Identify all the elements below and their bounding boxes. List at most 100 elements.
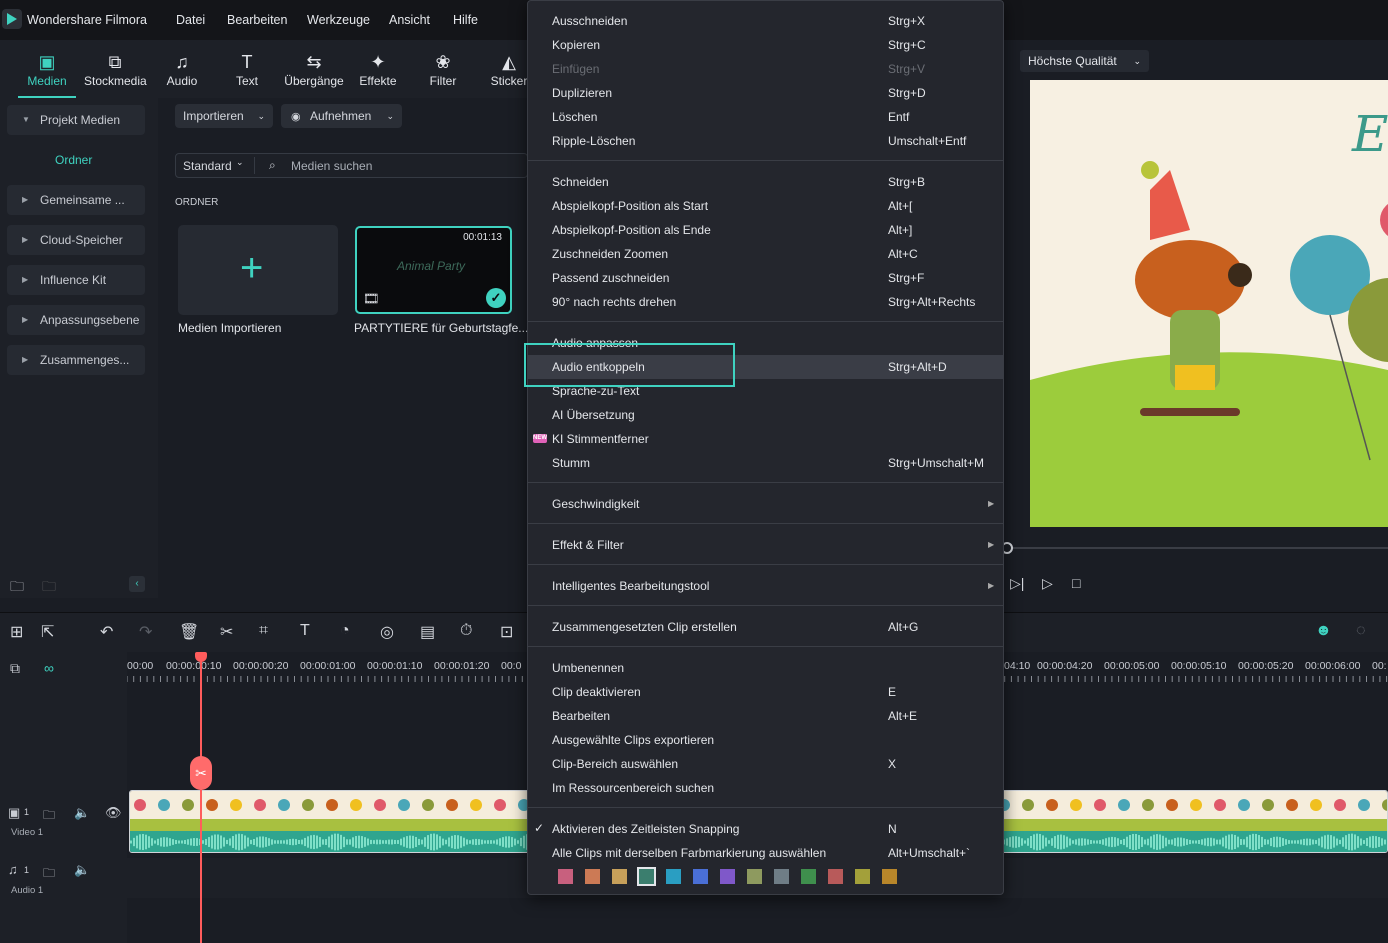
tab-sticker[interactable]: ◭ Sticker [490,52,528,88]
sidebar-item-zusammengesetzt[interactable]: ▶ Zusammenges... [7,345,145,375]
import-dropdown[interactable]: Importieren ⌄ [175,104,273,128]
menu-item-smart-tool[interactable]: Intelligentes Bearbeitungstool [552,578,709,594]
timer-icon[interactable]: ⏱ [460,622,472,640]
sidebar-ordner[interactable]: Ordner [55,153,92,167]
color-swatch[interactable] [855,869,870,884]
menu-item-duplizieren[interactable]: Duplizieren [552,85,612,101]
color-swatch[interactable] [882,869,897,884]
menu-item-schneiden[interactable]: Schneiden [552,174,609,190]
menu-werkzeuge[interactable]: Werkzeuge [307,13,370,27]
tab-audio[interactable]: ♫ Audio [164,52,200,88]
color-swatch[interactable] [774,869,789,884]
quality-dropdown[interactable]: Höchste Qualität ⌄ [1020,50,1149,72]
color-icon[interactable]: ◎ [380,622,394,642]
eye-icon[interactable]: 👁 [105,805,122,821]
menu-item-ai-translation[interactable]: AI Übersetzung [552,407,635,423]
menu-item-einfuegen[interactable]: Einfügen [552,61,599,77]
tab-medien[interactable]: ▣ Medien [24,52,70,88]
shortcut: N [888,822,897,836]
menu-item-find-in-resources[interactable]: Im Ressourcenbereich suchen [552,780,714,796]
speaker-icon[interactable]: 🔈 [74,805,90,821]
tab-uebergaenge[interactable]: ⇆ Übergänge [284,52,344,88]
menu-bearbeiten[interactable]: Bearbeiten [227,13,287,27]
color-swatch[interactable] [585,869,600,884]
redo-icon[interactable]: ↷ [139,622,152,642]
stop-icon[interactable]: □ [1072,575,1080,591]
color-swatch[interactable] [828,869,843,884]
select-tool-icon[interactable]: ⇱ [41,622,54,642]
menu-item-rotate[interactable]: 90° nach rechts drehen [552,294,676,310]
menu-hilfe[interactable]: Hilfe [453,13,478,27]
color-swatch[interactable] [612,869,627,884]
menu-item-speed[interactable]: Geschwindigkeit [552,496,639,512]
fit-icon[interactable]: ⊡ [500,622,513,642]
menu-item-disable-clip[interactable]: Clip deaktivieren [552,684,641,700]
add-track-icon[interactable]: ⧉ [10,660,20,677]
menu-item-compound-clip[interactable]: Zusammengesetzten Clip erstellen [552,619,737,635]
lock-icon[interactable]: 🗀 [43,864,55,885]
speaker-icon[interactable]: 🔈 [74,862,90,878]
menu-item-mute[interactable]: Stumm [552,455,590,471]
search-input[interactable]: Medien suchen [291,159,372,173]
sidebar-project-media[interactable]: ▼ Projekt Medien [7,105,145,135]
speed-icon[interactable]: ◔ [340,622,350,640]
menu-item-edit[interactable]: Bearbeiten [552,708,610,724]
tab-effekte[interactable]: ✦ Effekte [359,52,397,88]
sidebar-item-gemeinsame[interactable]: ▶ Gemeinsame ... [7,185,145,215]
menu-datei[interactable]: Datei [176,13,205,27]
tab-filter[interactable]: ❀ Filter [427,52,459,88]
color-swatch[interactable] [747,869,762,884]
color-swatch[interactable] [720,869,735,884]
color-swatch[interactable] [801,869,816,884]
delete-icon[interactable]: 🗑 [179,622,199,642]
preview-title-text: E( [1352,105,1388,163]
color-swatch[interactable] [666,869,681,884]
menu-item-select-same-color[interactable]: Alle Clips mit derselben Farbmarkierung … [552,845,826,861]
media-clip-tile[interactable]: 00:01:13 Animal Party 🎞 ✓ [355,226,512,314]
step-forward-icon[interactable]: ▷| [1010,575,1024,592]
search-icon: ⌕ [269,158,276,172]
tab-stockmedia[interactable]: ⧉ Stockmedia [84,52,147,88]
folder-icon[interactable]: 🗀 [42,576,56,600]
menu-item-effect-filter[interactable]: Effekt & Filter [552,537,624,553]
sidebar-item-influence-kit[interactable]: ▶ Influence Kit [7,265,145,295]
text-tool-icon[interactable]: T [300,622,310,640]
menu-item-select-range[interactable]: Clip-Bereich auswählen [552,756,678,772]
link-icon[interactable]: ∞ [44,660,54,676]
layout-icon[interactable]: ⊞ [10,622,23,642]
menu-ansicht[interactable]: Ansicht [389,13,430,27]
menu-item-kopieren[interactable]: Kopieren [552,37,600,53]
split-marker-scissors-icon[interactable]: ✂ [190,756,212,790]
menu-item-snapping[interactable]: Aktivieren des Zeitleisten Snapping [552,821,739,837]
undo-icon[interactable]: ↶ [100,622,113,642]
collapse-panel-icon[interactable]: ‹ [129,576,145,592]
menu-item-ripple-loeschen[interactable]: Ripple-Löschen [552,133,635,149]
tab-text[interactable]: T Text [233,52,261,88]
menu-item-export-clips[interactable]: Ausgewählte Clips exportieren [552,732,714,748]
render-icon[interactable]: ◌ [1356,622,1366,640]
playback-controls: ▷| ▷ □ [1001,527,1388,610]
menu-item-crop-zoom[interactable]: Zuschneiden Zoomen [552,246,668,262]
color-swatch[interactable] [558,869,573,884]
green-screen-icon[interactable]: ▤ [420,622,435,642]
menu-item-playhead-end[interactable]: Abspielkopf-Position als Ende [552,222,711,238]
menu-item-loeschen[interactable]: Löschen [552,109,597,125]
menu-item-playhead-start[interactable]: Abspielkopf-Position als Start [552,198,708,214]
sidebar-item-cloud[interactable]: ▶ Cloud-Speicher [7,225,145,255]
crop-icon[interactable]: ⌗ [259,622,268,640]
new-folder-icon[interactable]: 🗀 [10,576,24,600]
menu-item-fit-crop[interactable]: Passend zuschneiden [552,270,669,286]
menu-item-ausschneiden[interactable]: Ausschneiden [552,13,627,29]
color-swatch[interactable] [637,867,656,886]
record-dropdown[interactable]: ◉ Aufnehmen ⌄ [281,104,402,128]
sidebar-item-anpassungsebene[interactable]: ▶ Anpassungsebene [7,305,145,335]
playhead[interactable] [200,652,202,943]
menu-item-voice-remover[interactable]: KI Stimmentferner [552,431,649,447]
menu-item-rename[interactable]: Umbenennen [552,660,624,676]
lock-icon[interactable]: 🗀 [43,806,55,827]
sort-dropdown[interactable]: Standard [183,159,232,173]
ai-assistant-icon[interactable]: ☻ [1315,622,1332,640]
color-swatch[interactable] [693,869,708,884]
play-icon[interactable]: ▷ [1042,575,1053,592]
scissors-icon[interactable]: ✂ [220,622,233,642]
